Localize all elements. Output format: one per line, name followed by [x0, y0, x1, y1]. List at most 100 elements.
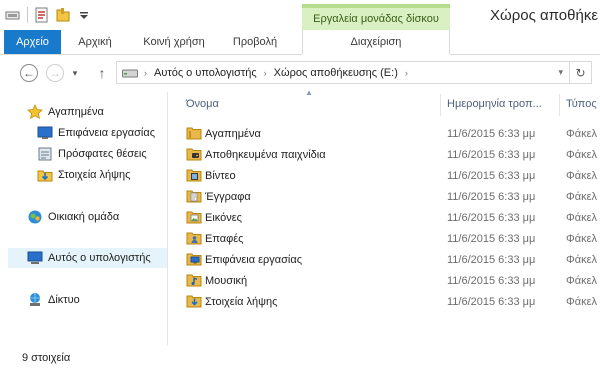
file-type: Φάκελ: [566, 253, 598, 266]
ribbon-tabs: Αρχείο Αρχική Κοινή χρήση Προβολή Διαχεί…: [0, 30, 600, 55]
file-name: Αποθηκευμένα παιχνίδια: [205, 148, 326, 161]
file-type: Φάκελ: [566, 274, 598, 287]
file-date: 11/6/2015 6:33 μμ: [447, 190, 536, 203]
file-date: 11/6/2015 6:33 μμ: [447, 211, 536, 224]
nav-downloads[interactable]: Στοιχεία λήψης: [37, 165, 130, 185]
file-date: 11/6/2015 6:33 μμ: [447, 295, 536, 308]
downloads-folder-icon: [37, 167, 53, 183]
tab-home[interactable]: Αρχική: [66, 30, 124, 54]
nav-desktop[interactable]: Επιφάνεια εργασίας: [37, 123, 155, 143]
list-item[interactable]: Εικόνες 11/6/2015 6:33 μμ Φάκελ: [183, 207, 600, 228]
nav-homegroup-label: Οικιακή ομάδα: [48, 211, 120, 223]
desktop-folder-icon: [186, 251, 202, 267]
music-folder-icon: [186, 272, 202, 288]
up-button[interactable]: ↑: [94, 64, 110, 82]
drive-tools-context-header: Εργαλεία μονάδας δίσκου: [302, 4, 450, 30]
file-type: Φάκελ: [566, 127, 598, 140]
navigation-pane: Αγαπημένα Επιφάνεια εργασίας Πρόσφατες θ…: [0, 92, 167, 345]
nav-this-pc[interactable]: Αυτός ο υπολογιστής: [8, 248, 167, 268]
list-item[interactable]: Βίντεο 11/6/2015 6:33 μμ Φάκελ: [183, 165, 600, 186]
computer-icon: [27, 250, 43, 266]
nav-downloads-label: Στοιχεία λήψης: [58, 169, 131, 181]
list-item[interactable]: Μουσική 11/6/2015 6:33 μμ Φάκελ: [183, 270, 600, 291]
column-header-type[interactable]: Τύπος: [566, 96, 597, 112]
file-date: 11/6/2015 6:33 μμ: [447, 127, 536, 140]
drive-icon: [122, 68, 140, 78]
column-separator[interactable]: [559, 94, 560, 116]
file-name: Αγαπημένα: [205, 127, 261, 140]
tab-share[interactable]: Κοινή χρήση: [134, 30, 214, 54]
column-separator[interactable]: [440, 94, 441, 116]
properties-sheet-icon[interactable]: [33, 6, 51, 24]
column-header-name[interactable]: Όνομα: [186, 96, 219, 112]
file-date: 11/6/2015 6:33 μμ: [447, 253, 536, 266]
homegroup-icon: [27, 209, 43, 225]
breadcrumb-separator: ›: [144, 67, 147, 78]
nav-desktop-label: Επιφάνεια εργασίας: [58, 127, 156, 139]
file-name: Επαφές: [205, 232, 244, 245]
file-date: 11/6/2015 6:33 μμ: [447, 274, 536, 287]
file-date: 11/6/2015 6:33 μμ: [447, 148, 536, 161]
status-bar: 9 στοιχεία: [0, 345, 600, 375]
window-title: Χώρος αποθήκε: [490, 7, 599, 24]
file-type: Φάκελ: [566, 211, 598, 224]
title-bar: Εργαλεία μονάδας δίσκου Χώρος αποθήκε: [0, 0, 600, 30]
item-count: 9 στοιχεία: [22, 352, 71, 364]
list-item[interactable]: Στοιχεία λήψης 11/6/2015 6:33 μμ Φάκελ: [183, 291, 600, 312]
star-icon: [27, 104, 43, 120]
address-history-chevron-icon[interactable]: ▾: [558, 67, 563, 78]
network-icon: [27, 292, 43, 308]
new-folder-icon[interactable]: [54, 6, 72, 24]
address-bar[interactable]: › Αυτός ο υπολογιστής › Χώρος αποθήκευση…: [116, 61, 570, 84]
nav-network[interactable]: Δίκτυο: [27, 290, 80, 310]
breadcrumb-separator: ›: [263, 67, 267, 78]
file-name: Βίντεο: [205, 169, 236, 182]
list-item[interactable]: Επαφές 11/6/2015 6:33 μμ Φάκελ: [183, 228, 600, 249]
chevron-down-icon: ▾: [72, 67, 78, 78]
column-header-date-modified[interactable]: Ημερομηνία τροπ...: [447, 96, 542, 112]
file-date: 11/6/2015 6:33 μμ: [447, 169, 536, 182]
nav-this-pc-label: Αυτός ο υπολογιστής: [48, 252, 151, 264]
nav-homegroup[interactable]: Οικιακή ομάδα: [27, 207, 119, 227]
nav-recent-places[interactable]: Πρόσφατες θέσεις: [37, 144, 147, 164]
recent-places-icon: [37, 146, 53, 162]
refresh-icon: ↻: [575, 65, 586, 80]
saved-games-folder-icon: [186, 146, 202, 162]
breadcrumb-separator: ›: [404, 67, 408, 78]
forward-button[interactable]: →: [46, 64, 64, 82]
file-name: Έγγραφα: [205, 190, 251, 203]
pictures-folder-icon: [186, 209, 202, 225]
file-type: Φάκελ: [566, 190, 598, 203]
back-arrow-icon: ←: [23, 66, 35, 80]
nav-favorites[interactable]: Αγαπημένα: [27, 102, 104, 122]
breadcrumb-storage-drive[interactable]: Χώρος αποθήκευσης (E:): [274, 67, 398, 79]
sort-ascending-icon: ▲: [305, 88, 313, 97]
customize-dropdown-icon[interactable]: [75, 6, 93, 24]
list-item[interactable]: Έγγραφα 11/6/2015 6:33 μμ Φάκελ: [183, 186, 600, 207]
quick-access-toolbar: [4, 6, 93, 24]
up-arrow-icon: ↑: [98, 65, 106, 81]
qat-separator: [27, 7, 28, 23]
tab-manage[interactable]: Διαχείριση: [302, 30, 450, 55]
tab-file[interactable]: Αρχείο: [4, 30, 61, 54]
file-type: Φάκελ: [566, 232, 598, 245]
nav-network-label: Δίκτυο: [48, 294, 80, 306]
videos-folder-icon: [186, 167, 202, 183]
list-item[interactable]: Επιφάνεια εργασίας 11/6/2015 6:33 μμ Φάκ…: [183, 249, 600, 270]
file-type: Φάκελ: [566, 148, 598, 161]
refresh-button[interactable]: ↻: [570, 61, 592, 84]
desktop-icon: [37, 125, 53, 141]
pane-divider[interactable]: [167, 92, 168, 345]
properties-icon[interactable]: [4, 6, 22, 24]
list-item[interactable]: Αποθηκευμένα παιχνίδια 11/6/2015 6:33 μμ…: [183, 144, 600, 165]
breadcrumb-this-pc[interactable]: Αυτός ο υπολογιστής: [154, 67, 257, 79]
back-button[interactable]: ←: [20, 64, 38, 82]
contacts-folder-icon: [186, 230, 202, 246]
downloads-folder-icon: [186, 293, 202, 309]
forward-arrow-icon: →: [49, 66, 61, 80]
nav-recent-places-label: Πρόσφατες θέσεις: [58, 148, 147, 160]
list-item[interactable]: Αγαπημένα 11/6/2015 6:33 μμ Φάκελ: [183, 123, 600, 144]
documents-folder-icon: [186, 188, 202, 204]
tab-view[interactable]: Προβολή: [224, 30, 286, 54]
recent-locations-dropdown[interactable]: ▾: [70, 65, 80, 81]
